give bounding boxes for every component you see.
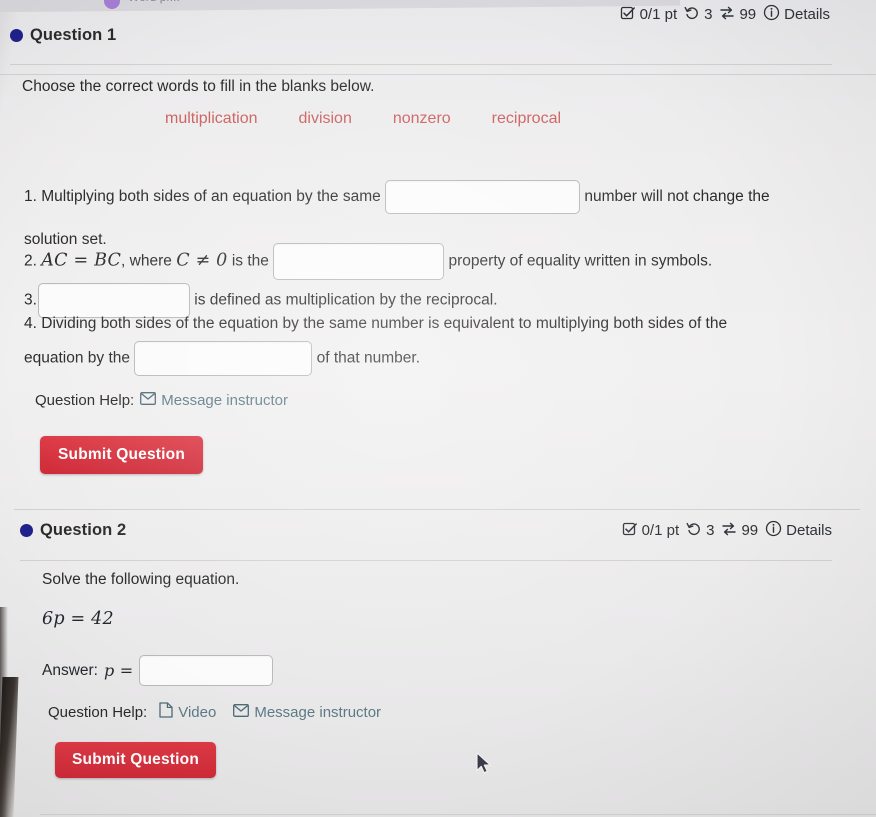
- question-1-title: Question 1: [30, 26, 117, 44]
- question-2-help-label: Question Help:: [48, 703, 148, 721]
- item-2-text-mid: , where: [121, 252, 172, 270]
- question-2-answer-row: Answer: p =: [42, 655, 274, 686]
- item-1-blank-input[interactable]: [385, 180, 581, 214]
- question-1-message-instructor-link[interactable]: Message instructor: [140, 392, 288, 409]
- envelope-icon: [140, 392, 157, 409]
- envelope-icon: [233, 703, 250, 721]
- question-1-attempts: 3: [704, 6, 713, 23]
- question-1-header-divider: [10, 64, 832, 65]
- question-1-message-instructor-label: Message instructor: [161, 392, 288, 409]
- question-separator-2: [40, 814, 876, 815]
- question-2-submit-button[interactable]: Submit Question: [55, 742, 216, 778]
- question-2-meta: 0/1 pt 3 99 Details: [622, 520, 832, 541]
- question-2-answer-input[interactable]: [139, 655, 274, 686]
- question-2-help-row: Question Help: Video Message instructor: [48, 702, 381, 722]
- item-2-equation: AC = BC: [41, 250, 122, 271]
- assignment-content: Question 1 0/1 pt 3 99 Details Choose th…: [0, 0, 876, 817]
- question-2-status-bullet: [20, 524, 33, 537]
- fill-blank-item-4: 4. Dividing both sides of the equation b…: [24, 312, 854, 336]
- item-2-blank-input[interactable]: [273, 243, 445, 280]
- question-2-answer-label: Answer:: [42, 661, 98, 679]
- swap-arrows-icon: [719, 5, 735, 25]
- item-2-condition: C ≠ 0: [176, 250, 228, 271]
- fill-blank-item-2: 2. AC = BC, where C ≠ 0 is the property …: [24, 243, 854, 280]
- item-4-number: 4.: [24, 315, 37, 332]
- item-2-text-mid2: is the: [231, 252, 269, 270]
- question-1-submit-button[interactable]: Submit Question: [40, 436, 203, 474]
- item-1-number: 1.: [24, 188, 37, 206]
- question-2-video-link[interactable]: Video: [159, 702, 216, 722]
- question-1-retries-group: 99: [719, 5, 756, 25]
- question-2-points: 0/1 pt: [641, 522, 680, 539]
- question-2-answer-variable: p =: [104, 661, 134, 680]
- question-1-details-group[interactable]: Details: [763, 4, 830, 25]
- question-2-points-group: 0/1 pt: [622, 521, 680, 541]
- item-4-text-second: equation by the: [24, 349, 131, 367]
- question-1-help-label: Question Help:: [35, 392, 135, 409]
- word-bank-item-3: reciprocal: [491, 110, 562, 127]
- item-2-number: 2.: [24, 252, 37, 270]
- question-1-status-bullet: [10, 29, 23, 42]
- item-4-text-after: of that number.: [316, 349, 421, 367]
- swap-arrows-icon: [721, 521, 737, 541]
- question-1-help-row: Question Help: Message instructor: [35, 392, 288, 409]
- question-1-prompt: Choose the correct words to fill in the …: [22, 78, 375, 95]
- item-4-second-line: equation by the of that number.: [24, 341, 854, 376]
- item-3-number: 3.: [24, 291, 37, 309]
- word-bank-item-1: division: [298, 110, 352, 127]
- fill-blank-item-1: 1. Multiplying both sides of an equation…: [24, 180, 854, 214]
- question-1-points: 0/1 pt: [639, 6, 678, 23]
- question-2-video-label: Video: [178, 703, 217, 721]
- question-1-attempts-group: 3: [684, 5, 712, 25]
- question-2-equation: 6p = 42: [42, 609, 114, 629]
- question-2-details-link[interactable]: Details: [786, 522, 832, 539]
- item-4-blank-input[interactable]: [134, 341, 313, 376]
- question-1-meta: 0/1 pt 3 99 Details: [620, 4, 830, 25]
- check-square-icon: [620, 5, 636, 25]
- item-1-text-after: number will not change the: [584, 188, 770, 206]
- question-2-title: Question 2: [40, 521, 127, 539]
- word-bank-item-2: nonzero: [392, 110, 451, 127]
- question-2-header-divider: [20, 560, 832, 561]
- question-2-attempts-group: 3: [686, 521, 714, 541]
- question-2-retries: 99: [741, 522, 759, 539]
- question-1-retries: 99: [739, 6, 757, 23]
- info-circle-icon: [765, 520, 782, 541]
- question-1-word-bank: multiplication division nonzero reciproc…: [165, 110, 561, 128]
- question-1-top-divider: [0, 74, 876, 75]
- info-circle-icon: [763, 4, 780, 25]
- question-1-details-link[interactable]: Details: [784, 6, 830, 23]
- question-2-message-instructor-link[interactable]: Message instructor: [233, 704, 381, 721]
- check-square-icon: [622, 521, 638, 541]
- item-2-text-after: property of equality written in symbols.: [448, 252, 713, 270]
- question-1-header: Question 1 0/1 pt 3 99 Details: [10, 4, 830, 45]
- question-separator-1: [14, 509, 860, 510]
- document-icon: [159, 702, 173, 722]
- question-2-prompt: Solve the following equation.: [42, 571, 240, 588]
- item-4-text-before: Dividing both sides of the equation by t…: [41, 315, 728, 332]
- question-2-retries-group: 99: [721, 521, 758, 541]
- question-2-attempts: 3: [706, 522, 715, 539]
- question-2-details-group[interactable]: Details: [765, 520, 832, 541]
- undo-circular-arrow-icon: [686, 521, 702, 541]
- question-2-message-instructor-label: Message instructor: [254, 703, 382, 721]
- question-1-points-group: 0/1 pt: [620, 5, 678, 25]
- item-3-text-after: is defined as multiplication by the reci…: [194, 291, 498, 309]
- item-1-text-before: Multiplying both sides of an equation by…: [41, 188, 381, 206]
- undo-circular-arrow-icon: [684, 5, 700, 25]
- question-2-header: Question 2 0/1 pt 3 99 Details: [20, 520, 832, 541]
- word-bank-item-0: multiplication: [165, 110, 258, 127]
